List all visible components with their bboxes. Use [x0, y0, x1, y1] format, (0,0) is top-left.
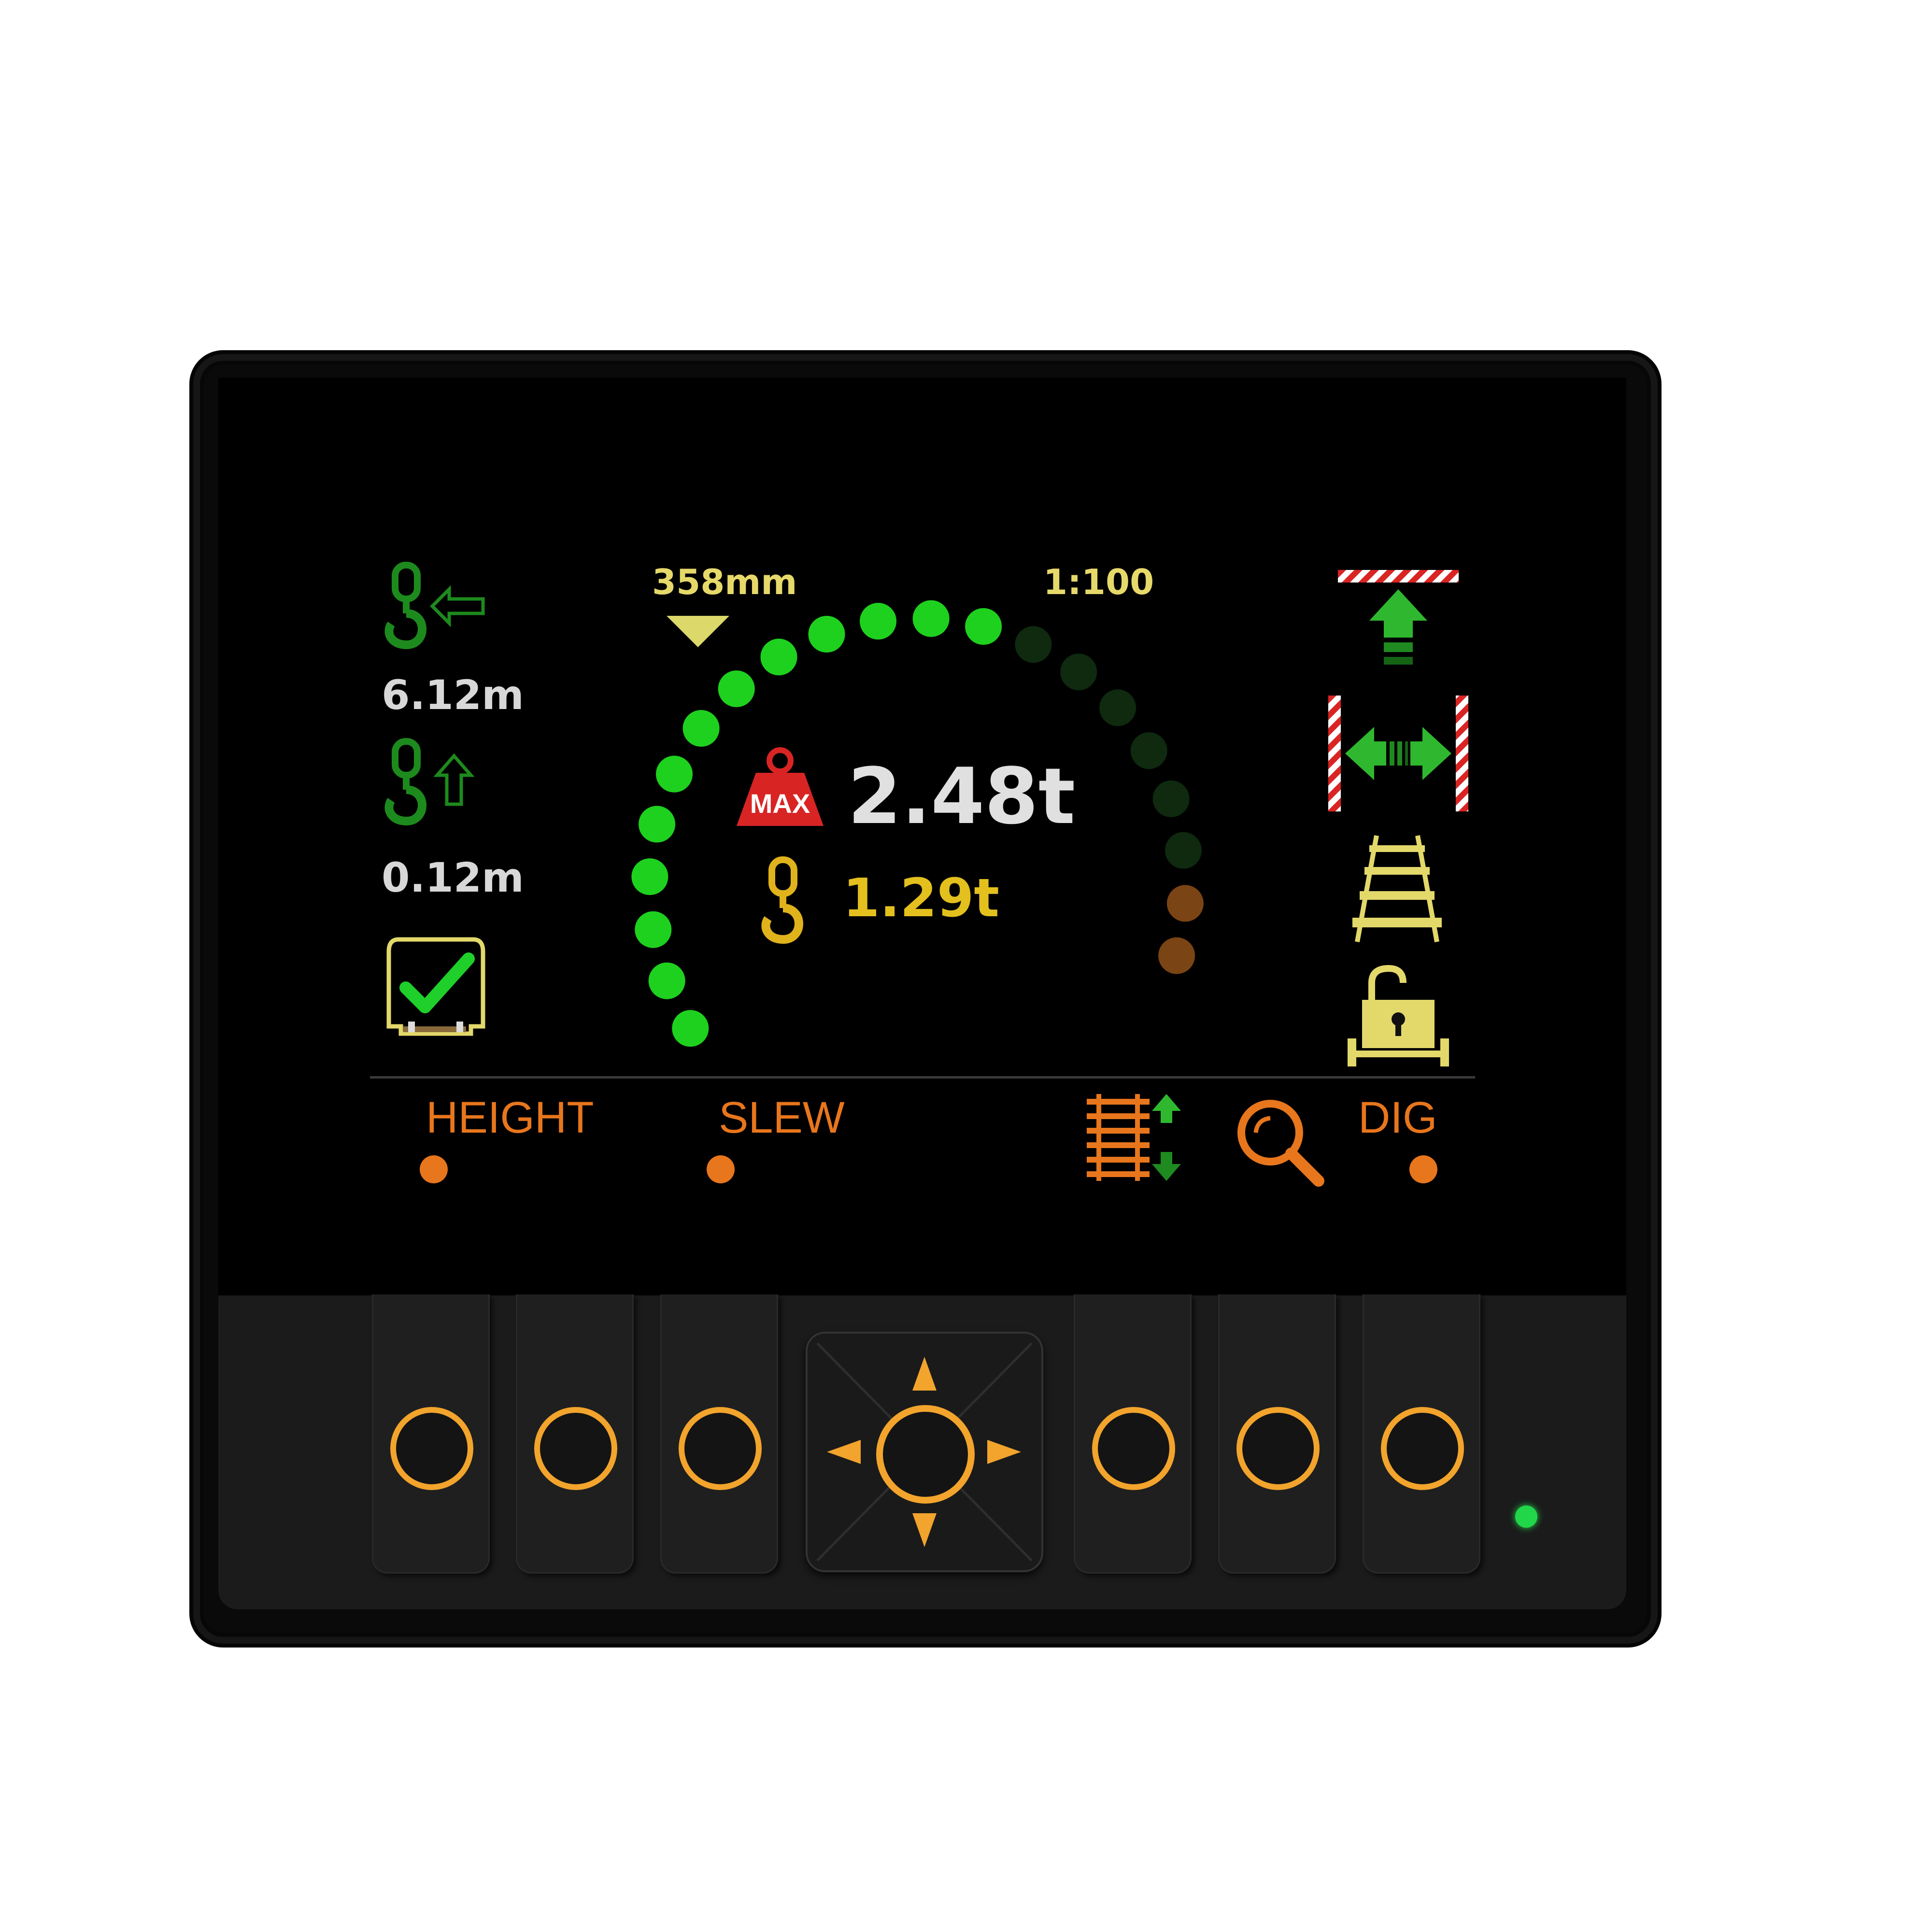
- softkey-3-ring: [679, 1407, 762, 1490]
- arc-segment: [656, 755, 693, 793]
- hook-load-icon: [761, 856, 803, 944]
- hook-load-value: 1.29t: [843, 867, 999, 929]
- max-weight-icon: MAX: [737, 747, 824, 826]
- arc-segment: [1130, 732, 1167, 769]
- dpad-up-arrow-icon[interactable]: [912, 1357, 937, 1391]
- arc-segment: [682, 710, 720, 747]
- arc-segment: [672, 1010, 709, 1047]
- rail-track-icon: [1352, 835, 1442, 942]
- softkey-3-button[interactable]: [660, 1294, 778, 1574]
- softkey-4-ring: [1092, 1407, 1175, 1490]
- softkey-6-button[interactable]: [1363, 1294, 1480, 1574]
- arc-segment: [760, 639, 797, 676]
- softkey-slew-label: SLEW: [719, 1093, 845, 1142]
- softkey-5-button[interactable]: [1218, 1294, 1336, 1574]
- softkey-1-button[interactable]: [372, 1294, 490, 1574]
- rail-adjust-icon: [1087, 1094, 1181, 1181]
- arc-segment: [1165, 832, 1202, 869]
- arc-segment: [965, 608, 1002, 645]
- arc-segment: [631, 858, 668, 895]
- load-arc: [631, 600, 1204, 1047]
- softkey-4-button[interactable]: [1074, 1294, 1192, 1574]
- arc-segment: [648, 962, 685, 999]
- arc-segment: [1015, 626, 1052, 663]
- max-load-value: 2.48t: [848, 751, 1076, 841]
- softkey-2-ring: [534, 1407, 617, 1490]
- arc-segment: [635, 911, 672, 948]
- softkey-2-button[interactable]: [516, 1294, 634, 1574]
- arc-segment: [1060, 653, 1097, 691]
- arc-segment: [1152, 780, 1190, 817]
- arc-segment: [1099, 689, 1136, 726]
- arc-segment: [718, 670, 755, 708]
- arc-segment: [1158, 937, 1195, 974]
- dpad-center-button[interactable]: [876, 1405, 975, 1504]
- softkey-dig-indicator: [1409, 1155, 1437, 1183]
- dpad-left-arrow-icon[interactable]: [827, 1440, 861, 1464]
- rail-lock-icon: [1348, 965, 1449, 1066]
- svg-text:MAX: MAX: [750, 788, 810, 819]
- arc-segment: [860, 603, 896, 640]
- height-limit-icon: [1338, 570, 1459, 665]
- arc-segment: [808, 616, 845, 653]
- arc-segment: [1166, 885, 1204, 922]
- softkey-slew-indicator: [707, 1155, 735, 1183]
- navigation-dpad[interactable]: [806, 1332, 1043, 1572]
- softkey-height-label: HEIGHT: [426, 1093, 594, 1142]
- arc-segment: [639, 806, 676, 843]
- zoom-icon: [1237, 1100, 1324, 1187]
- softkey-height-indicator: [420, 1155, 448, 1183]
- status-led: [1515, 1506, 1537, 1528]
- arc-segment: [912, 600, 950, 637]
- width-limit-icon: [1328, 696, 1468, 811]
- softkey-divider: [370, 1076, 1475, 1079]
- softkey-6-ring: [1381, 1407, 1464, 1490]
- dpad-down-arrow-icon[interactable]: [912, 1513, 937, 1547]
- softkey-1-ring: [390, 1407, 473, 1490]
- softkey-5-ring: [1236, 1407, 1320, 1490]
- softkey-dig-label: DIG: [1358, 1093, 1437, 1142]
- dpad-right-arrow-icon[interactable]: [987, 1440, 1021, 1464]
